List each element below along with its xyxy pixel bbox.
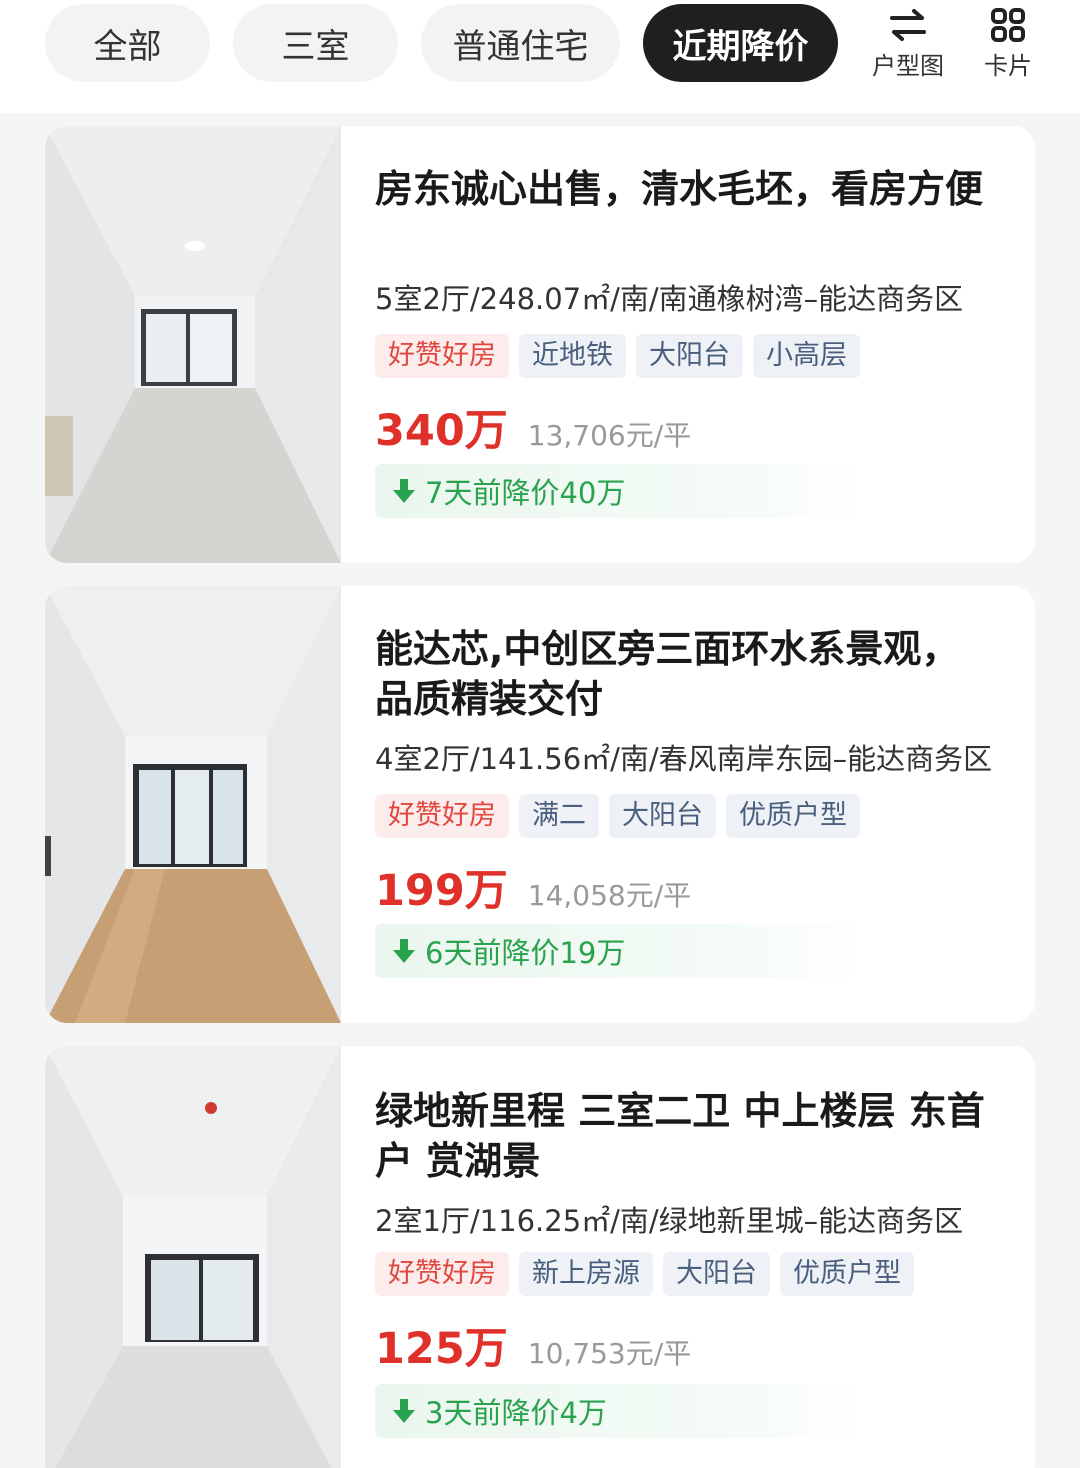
price-drop-text: 6天前降价19万 [425, 936, 626, 970]
listing-photo [45, 586, 341, 1023]
listing-tag: 满二 [519, 794, 599, 838]
filter-chip-recent-price-drop[interactable]: 近期降价 [643, 4, 838, 82]
listing-tags: 好赞好房 满二 大阳台 优质户型 [375, 794, 860, 838]
listing-tag: 优质户型 [780, 1252, 914, 1296]
down-arrow-icon [391, 477, 417, 505]
listing-tags: 好赞好房 新上房源 大阳台 优质户型 [375, 1252, 914, 1296]
price-drop-badge: 6天前降价19万 [375, 924, 865, 978]
listing-card[interactable]: 能达芯,中创区旁三面环水系景观，品质精装交付 4室2厅/141.56㎡/南/春风… [45, 586, 1035, 1023]
price-drop-text: 7天前降价40万 [425, 476, 626, 510]
listing-tag: 大阳台 [636, 334, 743, 378]
grid-icon [990, 8, 1026, 42]
price-row: 125万 10,753元/平 [375, 1314, 691, 1376]
listing-tag: 近地铁 [519, 334, 626, 378]
listing-tag: 大阳台 [609, 794, 716, 838]
card-view-toggle[interactable]: 卡片 [963, 8, 1053, 88]
listing-tag: 好赞好房 [375, 1252, 509, 1296]
unit-price: 14,058元/平 [527, 879, 692, 912]
down-arrow-icon [391, 1397, 417, 1425]
listing-meta: 2室1厅/116.25㎡/南/绿地新里城–能达商务区 [375, 1204, 964, 1238]
price-drop-badge: 7天前降价40万 [375, 464, 865, 518]
price-drop-badge: 3天前降价4万 [375, 1384, 865, 1438]
filter-chip-three-rooms[interactable]: 三室 [233, 4, 398, 82]
listing-photo [45, 1046, 341, 1468]
price-row: 340万 13,706元/平 [375, 396, 691, 458]
listing-card[interactable]: 绿地新里程 三室二卫 中上楼层 东首户 赏湖景 2室1厅/116.25㎡/南/绿… [45, 1046, 1035, 1468]
listing-title: 能达芯,中创区旁三面环水系景观，品质精装交付 [375, 627, 960, 721]
listing-photo [45, 126, 341, 563]
listing-title: 房东诚心出售，清水毛坯，看房方便 [375, 167, 984, 211]
down-arrow-icon [391, 937, 417, 965]
listing-tag: 新上房源 [519, 1252, 653, 1296]
card-view-label: 卡片 [984, 52, 1032, 80]
listing-meta: 4室2厅/141.56㎡/南/春风南岸东园–能达商务区 [375, 742, 993, 776]
price-row: 199万 14,058元/平 [375, 856, 691, 918]
total-price: 125万 [375, 1324, 508, 1374]
listing-card[interactable]: 房东诚心出售，清水毛坯，看房方便 5室2厅/248.07㎡/南/南通橡树湾–能达… [45, 126, 1035, 563]
filter-chip-ordinary-residence[interactable]: 普通住宅 [421, 4, 620, 82]
floor-plan-toggle[interactable]: 户型图 [863, 8, 953, 88]
listing-tag: 小高层 [753, 334, 860, 378]
filter-chip-all[interactable]: 全部 [45, 4, 210, 82]
swap-arrows-icon [888, 8, 928, 42]
listing-tag: 优质户型 [726, 794, 860, 838]
listing-tag: 大阳台 [663, 1252, 770, 1296]
total-price: 340万 [375, 406, 508, 456]
floor-plan-label: 户型图 [872, 52, 944, 80]
listing-tags: 好赞好房 近地铁 大阳台 小高层 [375, 334, 860, 378]
price-drop-text: 3天前降价4万 [425, 1396, 607, 1430]
unit-price: 10,753元/平 [527, 1337, 692, 1370]
listing-tag: 好赞好房 [375, 334, 509, 378]
filter-bar: 全部 三室 普通住宅 近期降价 户型图 卡片 [0, 0, 1080, 113]
listing-tag: 好赞好房 [375, 794, 509, 838]
listing-meta: 5室2厅/248.07㎡/南/南通橡树湾–能达商务区 [375, 282, 964, 316]
total-price: 199万 [375, 866, 508, 916]
listing-title: 绿地新里程 三室二卫 中上楼层 东首户 赏湖景 [375, 1089, 985, 1183]
unit-price: 13,706元/平 [527, 419, 692, 452]
